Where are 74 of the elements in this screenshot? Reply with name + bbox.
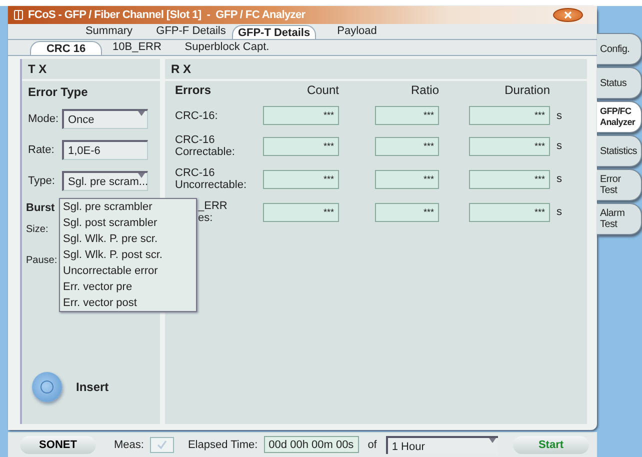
section-heading: Burst	[26, 202, 55, 214]
tab[interactable]: Summary	[68, 24, 150, 39]
dropdown-caret-icon	[138, 172, 145, 178]
menu-option[interactable]: Sgl. pre scrambler	[60, 199, 196, 215]
meas-checkbox[interactable]	[150, 436, 174, 452]
of-label: of	[368, 438, 377, 450]
dropdown[interactable]: Once	[62, 108, 148, 128]
unit-label: s	[556, 206, 562, 218]
count-field: ***	[263, 170, 339, 188]
window-title: FCoS - GFP / Fiber Channel [Slot 1] - GFP / FC Analyzer	[28, 9, 306, 21]
row-label: CRC-16 Uncorrectable:	[175, 167, 248, 191]
duration-field: ***	[469, 106, 550, 125]
field-label: Rate:	[28, 144, 56, 156]
dropdown-caret-icon	[488, 438, 496, 442]
elapsed-time-field: 00d 00h 00m 00s	[264, 436, 359, 453]
insert-button[interactable]	[32, 372, 62, 402]
row-label: CRC-16:	[175, 110, 219, 122]
column-header: Ratio	[410, 83, 439, 97]
menu-option[interactable]: Err. vector post	[60, 295, 196, 311]
unit-label: s	[556, 110, 562, 122]
close-button[interactable]	[553, 8, 583, 22]
ratio-field: ***	[375, 202, 439, 222]
row-label: CRC-16 Correctable:	[175, 134, 236, 158]
ratio-field: ***	[375, 136, 439, 156]
tab[interactable]: GFP-F Details	[150, 24, 232, 39]
sub-tab[interactable]: 10B_ERR	[102, 40, 172, 55]
field-label: Type:	[28, 174, 56, 186]
count-field: ***	[263, 202, 339, 222]
side-tab[interactable]: Statistics	[597, 135, 642, 167]
input-field[interactable]: 1,0E-6	[62, 140, 148, 160]
menu-option[interactable]: Uncorrectable error	[60, 263, 196, 279]
duration-field: ***	[469, 136, 550, 156]
field-label: Mode:	[28, 112, 60, 124]
duration-field: ***	[469, 170, 550, 188]
ratio-field: ***	[375, 170, 439, 188]
field-label: Pause:	[26, 255, 58, 266]
menu-option[interactable]: Err. vector pre	[60, 279, 196, 295]
insert-label: Insert	[76, 380, 109, 394]
panel-heading: T X	[22, 59, 160, 81]
ratio-field: ***	[375, 106, 439, 125]
panel-heading: R X	[165, 59, 587, 81]
dropdown[interactable]: Sgl. pre scram...	[62, 170, 148, 190]
section-heading: Errors	[175, 83, 212, 97]
menu-option[interactable]: Sgl. post scrambler	[60, 215, 196, 231]
duration-dropdown[interactable]: 1 Hour	[386, 436, 498, 454]
row-label: _ERR es:	[196, 200, 228, 224]
tab[interactable]: Payload	[316, 24, 398, 39]
sub-tab[interactable]: Superblock Capt.	[172, 40, 282, 55]
menu-option[interactable]: Sgl. Wlk. P. pre scr.	[60, 231, 196, 247]
count-field: ***	[263, 136, 339, 156]
close-icon	[564, 11, 572, 19]
duration-field: ***	[469, 202, 550, 222]
unit-label: s	[556, 173, 562, 185]
meas-label: Meas:	[114, 438, 144, 450]
count-field: ***	[263, 106, 339, 125]
sonet-button[interactable]: SONET	[20, 436, 96, 454]
column-header: Duration	[504, 83, 550, 97]
section-heading: Error Type	[27, 84, 89, 101]
menu-option[interactable]: Sgl. Wlk. P. post scr.	[60, 247, 196, 263]
check-icon	[156, 440, 167, 449]
side-tab[interactable]: Error Test	[597, 169, 642, 201]
ring-icon	[40, 380, 54, 394]
elapsed-label: Elapsed Time:	[188, 438, 258, 450]
side-tab[interactable]: Config.	[597, 33, 642, 65]
unit-label: s	[556, 140, 562, 152]
side-tab[interactable]: Status	[597, 67, 642, 99]
side-tab[interactable]: GFP/FC Analyzer	[597, 101, 642, 133]
tab[interactable]: GFP-T Details	[232, 25, 316, 39]
side-tab[interactable]: Alarm Test	[597, 203, 642, 235]
app-icon	[14, 10, 23, 20]
sub-tab[interactable]: CRC 16	[30, 41, 102, 55]
field-label: Size:	[26, 224, 48, 235]
column-header: Count	[306, 83, 339, 97]
dropdown-caret-icon	[138, 110, 145, 116]
